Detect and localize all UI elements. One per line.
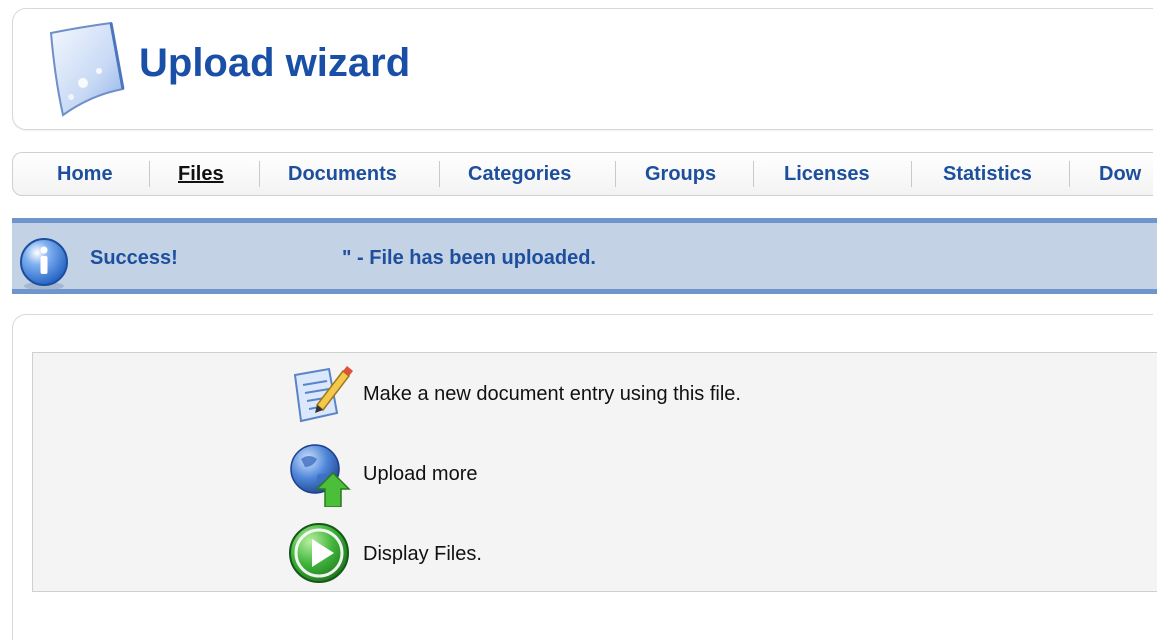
new-document-action[interactable]: Make a new document entry using this fil… xyxy=(287,361,887,431)
upload-more-action[interactable]: Upload more xyxy=(287,441,887,511)
nav-item-statistics[interactable]: Statistics xyxy=(943,153,1032,195)
action-label[interactable]: Display Files. xyxy=(363,543,482,566)
info-icon xyxy=(20,238,68,290)
action-label[interactable]: Make a new document entry using this fil… xyxy=(363,383,741,406)
upload-globe-icon xyxy=(290,444,351,507)
nav-separator xyxy=(615,161,616,187)
nav-separator xyxy=(149,161,150,187)
nav-item-groups[interactable]: Groups xyxy=(645,153,716,195)
main-nav: Home Files Documents Categories Groups L… xyxy=(12,152,1153,196)
nav-separator xyxy=(439,161,440,187)
nav-item-files[interactable]: Files xyxy=(178,153,224,195)
nav-separator xyxy=(1069,161,1070,187)
edit-document-icon xyxy=(293,366,353,423)
message-status-label: Success! xyxy=(90,247,178,269)
nav-item-downloads[interactable]: Dow xyxy=(1099,153,1141,195)
nav-separator xyxy=(259,161,260,187)
nav-separator xyxy=(911,161,912,187)
document-page-icon xyxy=(49,21,125,117)
display-files-action[interactable]: Display Files. xyxy=(287,521,887,591)
play-icon xyxy=(289,523,349,583)
nav-item-categories[interactable]: Categories xyxy=(468,153,571,195)
nav-item-licenses[interactable]: Licenses xyxy=(784,153,870,195)
page-title: Upload wizard xyxy=(139,41,411,85)
action-label[interactable]: Upload more xyxy=(363,463,478,486)
success-message: Success! " - File has been uploaded. xyxy=(12,218,1157,294)
nav-separator xyxy=(753,161,754,187)
nav-item-home[interactable]: Home xyxy=(57,153,113,195)
message-text: " - File has been uploaded. xyxy=(342,247,596,269)
upload-wizard-page: Upload wizard Home Files Documents Categ… xyxy=(0,0,1157,640)
nav-item-documents[interactable]: Documents xyxy=(288,153,397,195)
actions-box: Make a new document entry using this fil… xyxy=(32,352,1157,592)
header-panel: Upload wizard xyxy=(12,8,1153,130)
